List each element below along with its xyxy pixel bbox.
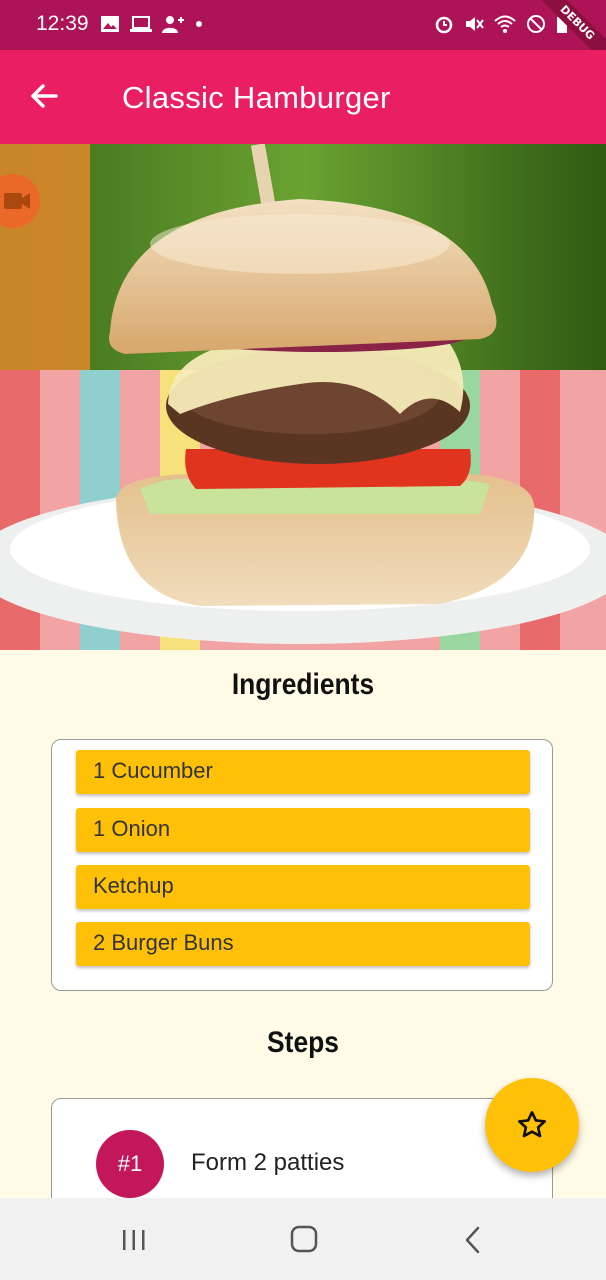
back-button[interactable]	[28, 80, 68, 116]
status-time: 12:39	[36, 12, 89, 35]
page-title: Classic Hamburger	[122, 80, 391, 115]
dot-icon	[196, 21, 202, 27]
laptop-icon	[130, 16, 152, 32]
steps-title: Steps	[267, 1026, 339, 1059]
back-icon	[465, 1226, 480, 1254]
ingredients-title: Ingredients	[231, 668, 375, 701]
ingredient-item: 1 Onion	[76, 808, 530, 852]
status-bar: 12:39 DEBUG	[0, 0, 606, 69]
recent-apps-button[interactable]	[114, 1222, 154, 1258]
ingredients-card: 1 Cucumber 1 Onion Ketchup 2 Burger Buns	[51, 739, 553, 991]
app-bar: Classic Hamburger	[0, 50, 606, 144]
mute-icon	[466, 17, 484, 31]
blocked-icon	[527, 15, 545, 33]
step-text: Form 2 patties	[191, 1149, 345, 1176]
ingredient-item: 2 Burger Buns	[76, 922, 530, 966]
arrow-back-icon	[31, 84, 58, 108]
wifi-icon	[494, 15, 516, 33]
favorite-button[interactable]	[485, 1078, 579, 1172]
nav-back-button[interactable]	[454, 1222, 494, 1258]
home-button[interactable]	[284, 1222, 324, 1258]
step-number-badge: #1	[96, 1130, 164, 1198]
image-icon	[101, 16, 119, 32]
ingredient-item: 1 Cucumber	[76, 750, 530, 794]
alarm-icon	[435, 16, 453, 34]
recent-apps-icon	[123, 1230, 145, 1250]
recipe-image	[0, 144, 606, 650]
home-icon	[290, 1225, 318, 1253]
star-outline-icon	[518, 1111, 546, 1138]
navigation-bar	[0, 1198, 606, 1280]
person-add-icon	[162, 16, 184, 33]
ingredient-item: Ketchup	[76, 865, 530, 909]
video-icon[interactable]	[0, 174, 40, 228]
